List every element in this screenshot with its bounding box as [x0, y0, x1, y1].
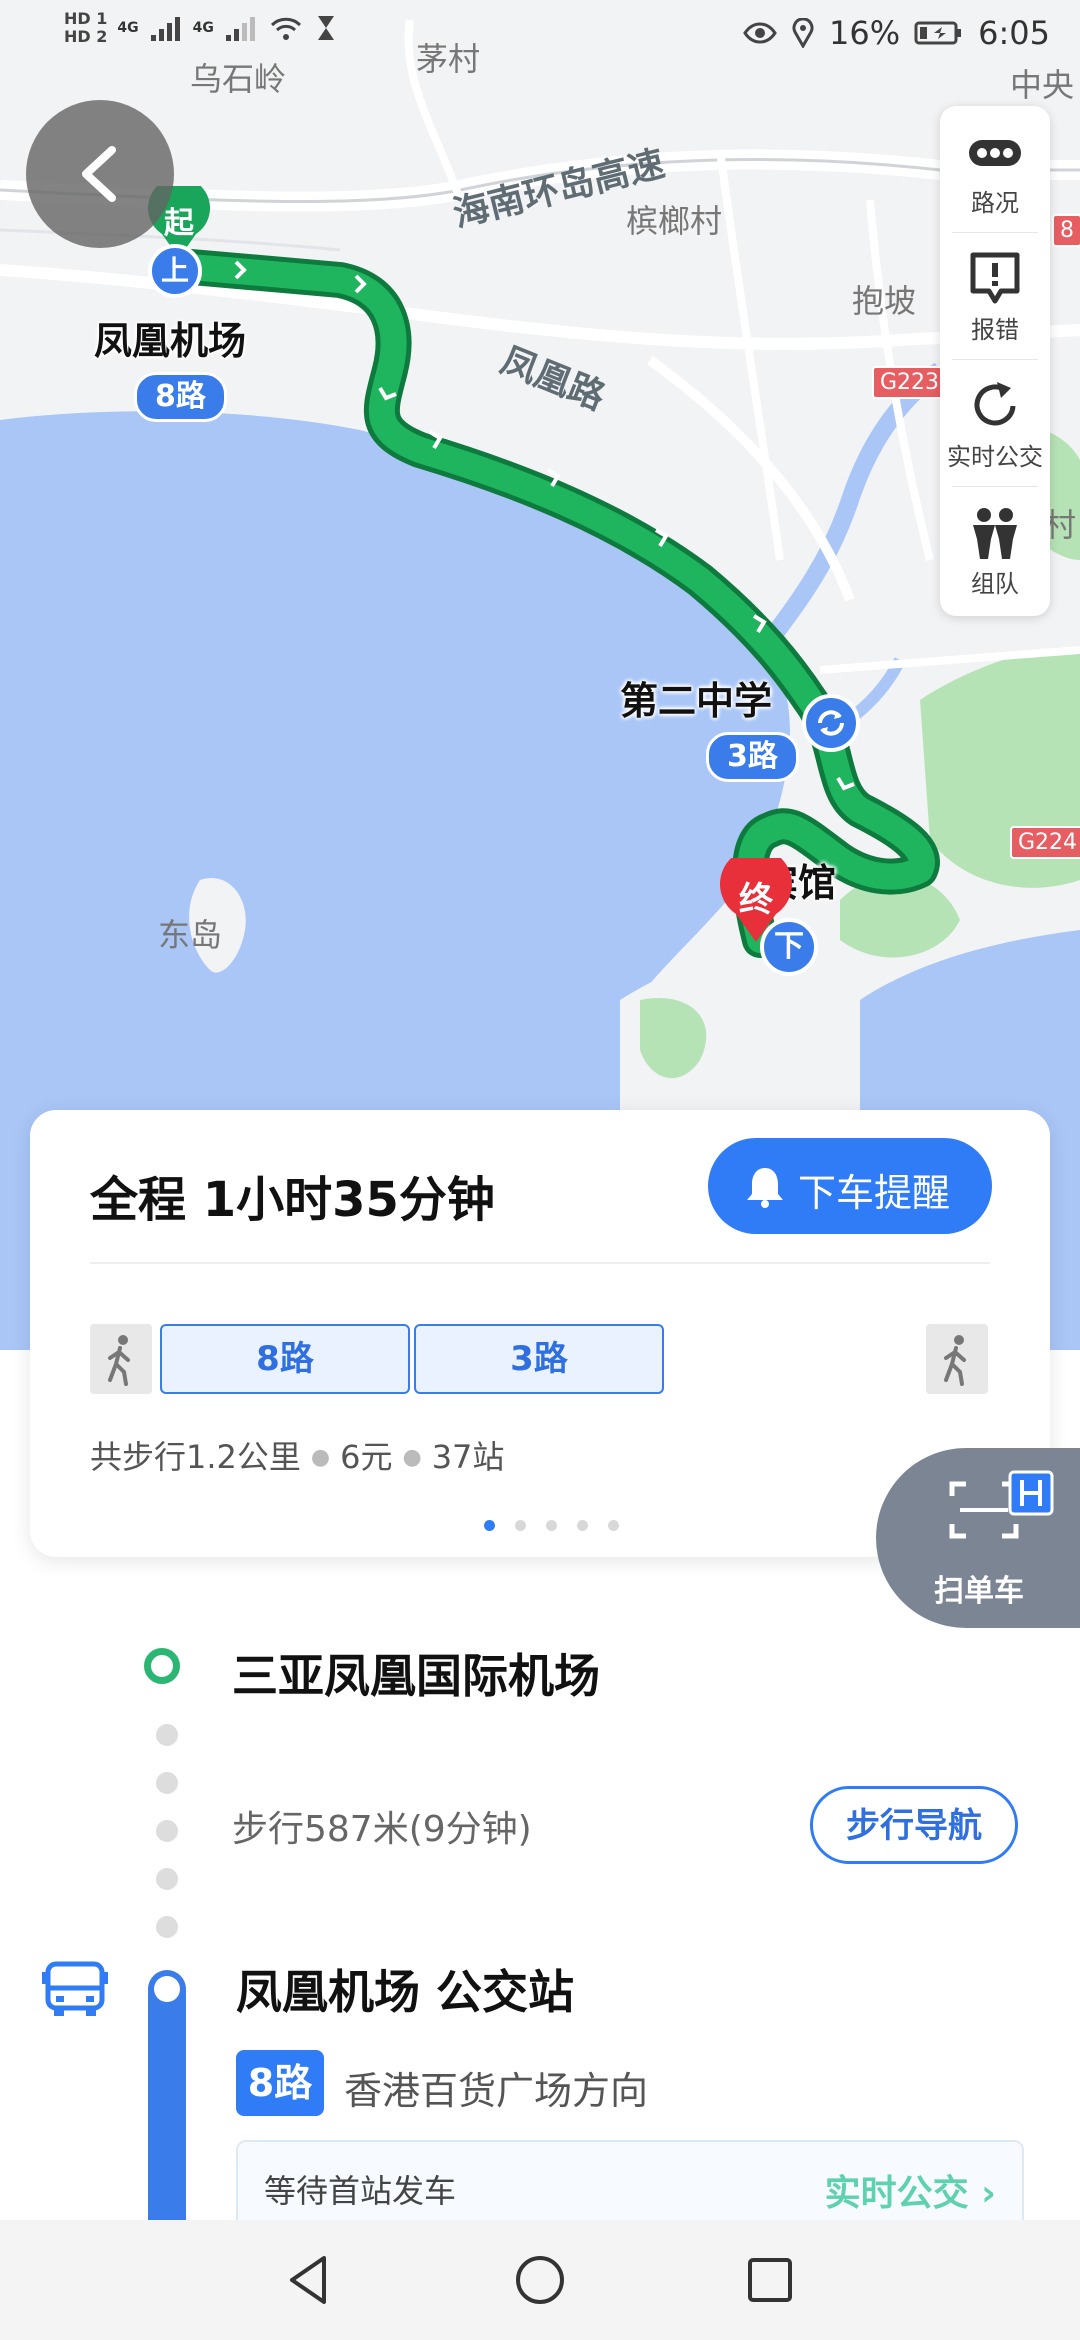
- tool-label: 组队: [971, 570, 1019, 598]
- bus-stop-name: 凤凰机场 公交站: [236, 1965, 575, 2019]
- scan-bike-button[interactable]: 扫单车: [876, 1448, 1080, 1628]
- page-dot: [577, 1520, 588, 1531]
- sim2-label: HD 2: [64, 27, 108, 46]
- location-icon: [792, 18, 814, 48]
- network-label: 4G: [192, 20, 214, 36]
- page-dot: [515, 1520, 526, 1531]
- tool-label: 路况: [971, 189, 1019, 217]
- bus-route-line: [148, 1970, 186, 2230]
- bus-segment: 8路: [160, 1324, 410, 1394]
- fare: 6元: [340, 1438, 393, 1476]
- realtime-bus-button[interactable]: 实时公交: [940, 360, 1050, 486]
- network-label: 4G: [117, 20, 139, 36]
- signal-icon: [150, 17, 180, 41]
- board-icon: 上: [148, 244, 202, 298]
- page-indicator: [484, 1520, 619, 1531]
- walk-navigation-button[interactable]: 步行导航: [810, 1786, 1018, 1864]
- report-error-button[interactable]: 报错: [940, 233, 1050, 359]
- battery-icon: [914, 21, 962, 45]
- alight-reminder-label: 下车提醒: [798, 1171, 951, 1215]
- map-place-label: 抱坡: [852, 282, 917, 320]
- traffic-icon: [969, 140, 1021, 166]
- nav-home-icon[interactable]: [510, 2250, 570, 2310]
- signal-icon: [225, 17, 255, 41]
- team-button[interactable]: 组队: [940, 487, 1050, 613]
- route-tag[interactable]: 8路: [236, 2050, 324, 2116]
- battery-percent: 16%: [829, 14, 901, 52]
- walk-segment: [90, 1324, 152, 1394]
- realtime-bus-label: 实时公交: [824, 2173, 969, 2214]
- walk-icon: [944, 1335, 966, 1386]
- tool-label: 实时公交: [947, 443, 1043, 471]
- map-stop-label: 第二中学: [620, 679, 773, 723]
- nav-recents-icon[interactable]: [740, 2250, 800, 2310]
- report-error-icon: [970, 252, 1020, 304]
- stop-count: 37站: [431, 1438, 505, 1476]
- road-badge: G223: [872, 366, 948, 399]
- path-dot: [156, 1916, 178, 1938]
- scan-bike-label: 扫单车: [934, 1574, 1024, 1609]
- walk-distance: 共步行1.2公里: [90, 1438, 301, 1476]
- bell-icon: [747, 1168, 783, 1208]
- wifi-icon: [270, 17, 301, 40]
- nav-back-icon[interactable]: [280, 2250, 340, 2310]
- alight-icon: 下: [760, 918, 818, 976]
- divider: [90, 1262, 990, 1264]
- map-route-pill: 8路: [134, 372, 227, 422]
- tool-label: 报错: [971, 316, 1019, 344]
- route-direction: 香港百货广场方向: [344, 2069, 649, 2113]
- clock: 6:05: [978, 14, 1050, 52]
- route-stats: 共步行1.2公里 ● 6元 ● 37站: [90, 1438, 505, 1476]
- alight-reminder-button[interactable]: 下车提醒: [708, 1138, 992, 1234]
- traffic-button[interactable]: 路况: [940, 106, 1050, 232]
- system-nav-bar: [0, 2220, 1080, 2340]
- chevron-right-icon: ›: [968, 2173, 996, 2214]
- bus-segment: 3路: [414, 1324, 664, 1394]
- path-dot: [156, 1820, 178, 1842]
- map-route-pill: 3路: [706, 732, 799, 782]
- path-dot: [156, 1772, 178, 1794]
- total-duration: 全程 1小时35分钟: [90, 1172, 495, 1228]
- start-location: 三亚凤凰国际机场: [232, 1649, 600, 1703]
- sim1-label: HD 1: [64, 9, 108, 28]
- page-dot: [546, 1520, 557, 1531]
- map-place-label: 槟榔村: [626, 202, 723, 240]
- transfer-icon: [802, 694, 860, 752]
- walk-info: 步行587米(9分钟): [232, 1809, 532, 1850]
- page-dot: [608, 1520, 619, 1531]
- bus-stop-dot: [154, 1976, 180, 2002]
- chevron-left-icon: [82, 146, 116, 202]
- hourglass-icon: [317, 16, 334, 40]
- path-dot: [156, 1868, 178, 1890]
- map-place-label: 东岛: [158, 916, 223, 954]
- team-icon: [973, 508, 1017, 559]
- map-stop-label: 凤凰机场: [94, 319, 247, 363]
- walk-icon: [108, 1335, 130, 1386]
- status-bar: HD 1 HD 2 4G 4G 16% 6:05: [0, 0, 1080, 72]
- wait-status: 等待首站发车: [264, 2172, 457, 2210]
- road-badge: G224: [1010, 826, 1080, 859]
- road-badge: 8: [1052, 214, 1080, 247]
- scan-icon: [949, 1470, 1054, 1539]
- page-dot: [484, 1520, 495, 1531]
- eye-icon: [743, 22, 777, 44]
- bus-icon: [42, 1960, 108, 2024]
- back-button[interactable]: [26, 100, 174, 248]
- map-tools-panel: 路况 报错 实时公交 组队: [940, 106, 1050, 616]
- start-point-icon: [144, 1648, 180, 1684]
- realtime-bus-link[interactable]: 实时公交 ›: [825, 2164, 996, 2216]
- walk-segment: [926, 1324, 988, 1394]
- refresh-icon: [974, 382, 1016, 426]
- path-dot: [156, 1724, 178, 1746]
